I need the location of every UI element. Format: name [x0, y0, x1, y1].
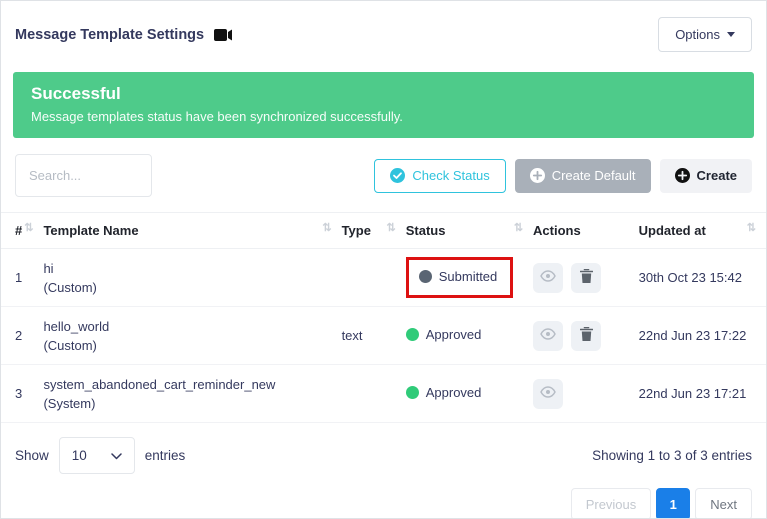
status-badge: Approved: [406, 327, 482, 342]
eye-icon: [540, 270, 556, 285]
template-name: system_abandoned_cart_reminder_new: [43, 375, 333, 394]
table-footer: Show 10 entries Showing 1 to 3 of 3 entr…: [15, 437, 752, 474]
annotation-highlight-box: Submitted: [406, 257, 514, 298]
page-header: Message Template Settings Options: [1, 1, 766, 52]
message-template-settings-page: Message Template Settings Options Succes…: [0, 0, 767, 519]
template-type: text: [342, 307, 406, 365]
view-button[interactable]: [533, 379, 563, 409]
status-dot: [406, 386, 419, 399]
show-label: Show: [15, 448, 49, 463]
row-number: 2: [1, 307, 43, 365]
template-kind: (System): [43, 394, 333, 413]
create-default-label: Create Default: [552, 168, 636, 183]
previous-page-button[interactable]: Previous: [571, 488, 652, 519]
trash-icon: [580, 327, 593, 345]
page-size-value: 10: [72, 448, 87, 463]
plus-circle-icon: [675, 168, 690, 183]
check-circle-icon: [390, 168, 405, 183]
sort-icon: ⇅: [24, 223, 35, 233]
template-name: hello_world: [43, 317, 333, 336]
page-title: Message Template Settings: [15, 27, 204, 43]
next-page-button[interactable]: Next: [695, 488, 752, 519]
row-number: 1: [1, 249, 43, 307]
plus-circle-icon: [530, 168, 545, 183]
status-dot: [419, 270, 432, 283]
page-size-select[interactable]: 10: [59, 437, 135, 474]
table-header-row: #⇅ Template Name⇅ Type⇅ Status⇅ Actions …: [1, 213, 766, 249]
status-cell: Approved: [406, 365, 533, 423]
updated-at: 22nd Jun 23 17:22: [639, 307, 766, 365]
status-label: Submitted: [439, 269, 498, 284]
status-badge: Submitted: [419, 269, 498, 284]
entries-label: entries: [145, 448, 186, 463]
sort-icon: ⇅: [747, 223, 758, 233]
template-kind: (Custom): [43, 278, 333, 297]
status-label: Approved: [426, 385, 482, 400]
options-button[interactable]: Options: [658, 17, 752, 52]
status-label: Approved: [426, 327, 482, 342]
actions-cell: [533, 365, 639, 423]
column-header-template-name[interactable]: Template Name⇅: [43, 213, 341, 249]
column-header-updated-at[interactable]: Updated at⇅: [639, 213, 766, 249]
template-name-cell: system_abandoned_cart_reminder_new (Syst…: [43, 365, 341, 423]
template-type: [342, 249, 406, 307]
check-status-label: Check Status: [412, 168, 489, 183]
template-type: [342, 365, 406, 423]
pagination: Previous 1 Next: [15, 488, 752, 519]
row-number: 3: [1, 365, 43, 423]
column-header-num[interactable]: #⇅: [1, 213, 43, 249]
table-row: 3 system_abandoned_cart_reminder_new (Sy…: [1, 365, 766, 423]
chevron-down-icon: [111, 448, 122, 463]
success-alert: Successful Message templates status have…: [13, 72, 754, 138]
table-toolbar: Check Status Create Default Create: [15, 154, 752, 197]
column-header-type[interactable]: Type⇅: [342, 213, 406, 249]
status-badge: Approved: [406, 385, 482, 400]
delete-button[interactable]: [571, 321, 601, 351]
column-header-actions: Actions: [533, 213, 639, 249]
trash-icon: [580, 269, 593, 287]
create-default-button[interactable]: Create Default: [515, 159, 651, 193]
sort-icon: ⇅: [514, 223, 525, 233]
alert-title: Successful: [31, 84, 736, 104]
status-cell: Approved: [406, 307, 533, 365]
delete-button[interactable]: [571, 263, 601, 293]
sort-icon: ⇅: [387, 223, 398, 233]
search-input[interactable]: [15, 154, 152, 197]
updated-at: 22nd Jun 23 17:21: [639, 365, 766, 423]
status-dot: [406, 328, 419, 341]
alert-message: Message templates status have been synch…: [31, 109, 736, 124]
chevron-down-icon: [727, 32, 735, 37]
template-name-cell: hello_world (Custom): [43, 307, 341, 365]
template-name-cell: hi (Custom): [43, 249, 341, 307]
updated-at: 30th Oct 23 15:42: [639, 249, 766, 307]
create-button[interactable]: Create: [660, 159, 752, 193]
eye-icon: [540, 386, 556, 401]
check-status-button[interactable]: Check Status: [374, 159, 505, 193]
actions-cell: [533, 307, 639, 365]
actions-cell: [533, 249, 639, 307]
templates-table: #⇅ Template Name⇅ Type⇅ Status⇅ Actions …: [1, 212, 766, 423]
view-button[interactable]: [533, 263, 563, 293]
options-button-label: Options: [675, 27, 720, 42]
video-camera-icon: [214, 28, 233, 42]
table-row: 1 hi (Custom) Submitted: [1, 249, 766, 307]
table-row: 2 hello_world (Custom) text Approved: [1, 307, 766, 365]
sort-icon: ⇅: [322, 223, 333, 233]
template-kind: (Custom): [43, 336, 333, 355]
status-cell: Submitted: [406, 249, 533, 307]
eye-icon: [540, 328, 556, 343]
showing-entries-text: Showing 1 to 3 of 3 entries: [592, 448, 752, 463]
view-button[interactable]: [533, 321, 563, 351]
page-1-button[interactable]: 1: [656, 488, 690, 519]
create-label: Create: [697, 168, 737, 183]
template-name: hi: [43, 259, 333, 278]
column-header-status[interactable]: Status⇅: [406, 213, 533, 249]
